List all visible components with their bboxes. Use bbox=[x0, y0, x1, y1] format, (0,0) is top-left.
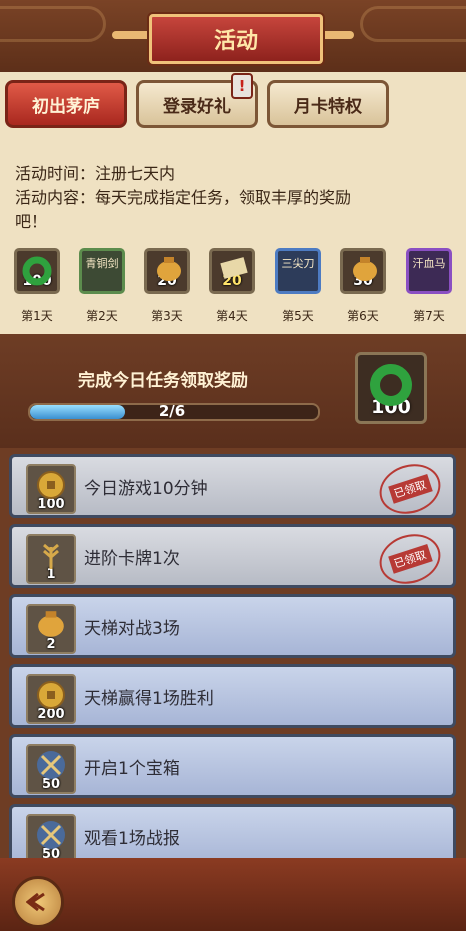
coin-icon: 200 bbox=[26, 674, 76, 724]
day-label: 第4天 bbox=[216, 309, 248, 323]
scroll-icon bbox=[220, 257, 248, 279]
day-label: 第5天 bbox=[282, 309, 314, 323]
day-label: 第2天 bbox=[86, 309, 118, 323]
back-arrow-icon bbox=[26, 892, 45, 912]
day-reward-3[interactable]: 20 bbox=[144, 248, 190, 294]
day-label: 第1天 bbox=[21, 309, 53, 323]
jade-ring-icon bbox=[370, 364, 412, 406]
gold-pouch-icon bbox=[157, 257, 181, 281]
task-name: 观看1场战报 bbox=[84, 828, 180, 849]
cloud-ornament bbox=[360, 6, 466, 42]
bronze-sword-card: 青铜剑 bbox=[85, 257, 119, 270]
task-name: 进阶卡牌1次 bbox=[84, 548, 180, 569]
day-reward-5[interactable]: 三尖刀 bbox=[275, 248, 321, 294]
page-title: 活动 bbox=[149, 14, 323, 64]
day-label: 第6天 bbox=[347, 309, 379, 323]
stamp-text: 已领取 bbox=[387, 544, 433, 574]
day-reward-2[interactable]: 青铜剑 bbox=[79, 248, 125, 294]
coin-icon: 100 bbox=[26, 464, 76, 514]
day-reward-4[interactable]: 20 bbox=[209, 248, 255, 294]
activity-content-cont: 吧！ bbox=[15, 212, 48, 231]
day-label: 第3天 bbox=[151, 309, 183, 323]
tab-label: 月卡特权 bbox=[294, 96, 362, 117]
task-list[interactable]: 100 今日游戏10分钟 已领取 1 进阶卡牌1次 已领取 2 天梯对战3场 2… bbox=[0, 448, 466, 858]
day-reward-6[interactable]: 30 bbox=[340, 248, 386, 294]
tab-beginner[interactable]: 初出茅庐 bbox=[5, 80, 127, 128]
task-item[interactable]: 50 开启1个宝箱 bbox=[9, 734, 456, 798]
task-item[interactable]: 1 进阶卡牌1次 已领取 bbox=[9, 524, 456, 592]
back-button[interactable] bbox=[12, 876, 64, 928]
wheat-icon: 1 bbox=[26, 534, 76, 584]
task-reward-amount: 2 bbox=[46, 637, 56, 652]
task-name: 天梯赢得1场胜利 bbox=[84, 688, 214, 709]
task-name: 今日游戏10分钟 bbox=[84, 478, 208, 499]
footer-bar bbox=[0, 858, 466, 931]
day-label: 第7天 bbox=[413, 309, 445, 323]
task-name: 天梯对战3场 bbox=[84, 618, 180, 639]
progress-text: 2/6 bbox=[158, 402, 186, 420]
cloud-ornament bbox=[0, 6, 106, 42]
alert-badge: ! bbox=[231, 73, 253, 99]
activity-time: 活动时间：注册七天内 bbox=[15, 164, 176, 183]
claimed-stamp: 已领取 bbox=[373, 456, 447, 522]
claimed-stamp: 已领取 bbox=[373, 526, 447, 592]
task-name: 开启1个宝箱 bbox=[84, 758, 180, 779]
daily-chest-reward[interactable]: 100 bbox=[355, 352, 427, 424]
trident-card: 三尖刀 bbox=[281, 257, 315, 270]
tab-label: 登录好礼 bbox=[163, 96, 231, 117]
tab-login-gift[interactable]: 登录好礼 ! bbox=[136, 73, 258, 128]
stamp-text: 已领取 bbox=[387, 474, 433, 504]
day-reward-7[interactable]: 汗血马 bbox=[406, 248, 452, 294]
banner-text: 完成今日任务领取奖励 bbox=[78, 371, 248, 391]
jade-ring-icon bbox=[22, 256, 52, 286]
horse-card: 汗血马 bbox=[412, 257, 446, 270]
day-reward-1[interactable]: 100 bbox=[14, 248, 60, 294]
task-item[interactable]: 200 天梯赢得1场胜利 bbox=[9, 664, 456, 728]
crossed-swords-icon: 50 bbox=[26, 814, 76, 858]
task-item[interactable]: 100 今日游戏10分钟 已领取 bbox=[9, 454, 456, 522]
task-item[interactable]: 2 天梯对战3场 bbox=[9, 594, 456, 658]
gold-pouch-icon bbox=[353, 257, 377, 281]
tab-monthly-card[interactable]: 月卡特权 bbox=[267, 80, 389, 128]
task-item[interactable]: 50 观看1场战报 bbox=[9, 804, 456, 858]
crossed-swords-icon: 50 bbox=[26, 744, 76, 794]
tab-label: 初出茅庐 bbox=[32, 96, 100, 117]
gold-pouch-icon: 2 bbox=[26, 604, 76, 654]
activity-content: 活动内容：每天完成指定任务，领取丰厚的奖励 bbox=[15, 188, 352, 207]
